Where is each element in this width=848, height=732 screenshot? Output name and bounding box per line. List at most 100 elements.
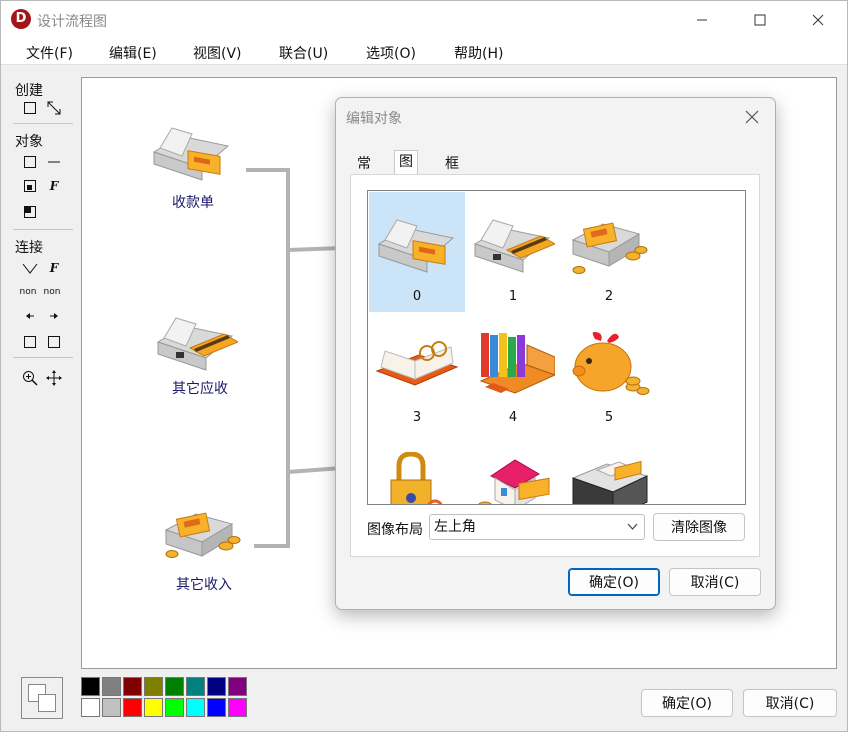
maximize-icon xyxy=(754,14,766,26)
palette-swatch[interactable] xyxy=(186,677,205,696)
menu-bar: 文件(F) 编辑(E) 视图(V) 联合(U) 选项(O) 帮助(H) xyxy=(1,39,847,65)
palette-swatch[interactable] xyxy=(81,698,100,717)
edit-object-dialog: 编辑对象 常规 图像 框架 0 xyxy=(335,97,776,610)
flow-node-label: 其它应收 xyxy=(172,381,228,397)
toolbox-create-label: 创建 xyxy=(15,83,43,99)
image-list-item[interactable]: 0 xyxy=(369,192,465,312)
menu-help[interactable]: 帮助(H) xyxy=(454,43,503,63)
menu-union[interactable]: 联合(U) xyxy=(279,43,328,63)
object-image-icon[interactable] xyxy=(21,177,39,195)
title-bar: D 设计流程图 xyxy=(1,1,847,39)
padlock-coins-icon xyxy=(390,452,443,504)
toolbox: 创建 对象 F 连接 F non non xyxy=(9,77,73,407)
image-layout-label: 图像布局 xyxy=(367,522,423,538)
palette-swatch[interactable] xyxy=(102,677,121,696)
current-color-swatch[interactable] xyxy=(21,677,63,719)
palette-swatch[interactable] xyxy=(123,677,142,696)
main-window: D 设计流程图 文件(F) 编辑(E) 视图(V) 联合(U) 选项(O) 帮助… xyxy=(0,0,848,732)
close-button[interactable] xyxy=(789,1,847,39)
zoom-in-icon[interactable] xyxy=(21,369,39,387)
bookshelf-icon xyxy=(479,333,555,394)
object-fill-icon[interactable] xyxy=(21,203,39,221)
palette-swatch[interactable] xyxy=(81,677,100,696)
flow-node-label: 收款单 xyxy=(172,195,214,211)
palette-swatch[interactable] xyxy=(165,677,184,696)
window-title: 设计流程图 xyxy=(37,14,107,30)
app-logo-icon: D xyxy=(11,9,31,29)
object-text-icon[interactable]: F xyxy=(45,177,63,195)
palette-swatch[interactable] xyxy=(144,677,163,696)
move-pan-icon[interactable] xyxy=(45,369,63,387)
image-list-item[interactable]: 5 xyxy=(561,313,657,433)
flow-node[interactable] xyxy=(154,312,244,382)
image-layout-select[interactable]: 左上角 xyxy=(429,514,645,540)
image-index-label: 3 xyxy=(412,410,422,425)
menu-view[interactable]: 视图(V) xyxy=(193,43,242,63)
palette-swatch[interactable] xyxy=(102,698,121,717)
object-line-icon[interactable] xyxy=(45,153,63,171)
palette-swatch[interactable] xyxy=(207,677,226,696)
palette-swatch[interactable] xyxy=(144,698,163,717)
dialog-cancel-button[interactable]: 取消(C) xyxy=(669,568,761,596)
wallet-cash-icon xyxy=(152,127,230,181)
image-index-label: 2 xyxy=(604,289,614,304)
wallet-card-icon xyxy=(473,219,555,273)
palette-swatch[interactable] xyxy=(165,698,184,717)
object-rect-icon[interactable] xyxy=(21,153,39,171)
arrow-line-tool-icon[interactable] xyxy=(45,99,63,117)
palette-swatch[interactable] xyxy=(207,698,226,717)
tab-frame[interactable]: 框架 xyxy=(440,152,464,194)
image-list-item[interactable]: 1 xyxy=(465,192,561,312)
connect-box-right-icon[interactable] xyxy=(45,333,63,351)
image-list-item[interactable]: 8 xyxy=(561,434,657,504)
connect-none-end-icon[interactable]: non xyxy=(43,283,61,301)
minimize-button[interactable] xyxy=(673,1,731,39)
connect-box-left-icon[interactable] xyxy=(21,333,39,351)
toolbox-separator xyxy=(13,123,73,124)
palette-swatch[interactable] xyxy=(123,698,142,717)
image-list-item[interactable]: 4 xyxy=(465,313,561,433)
connect-v-line-icon[interactable] xyxy=(21,259,39,277)
rectangle-tool-icon[interactable] xyxy=(21,99,39,117)
palette-swatch[interactable] xyxy=(186,698,205,717)
tab-image[interactable]: 图像 xyxy=(394,150,418,192)
dialog-close-button[interactable] xyxy=(737,102,767,132)
tab-general[interactable]: 常规 xyxy=(352,152,376,194)
main-ok-button[interactable]: 确定(O) xyxy=(641,689,733,717)
image-list[interactable]: 0 1 2 3 4 5 xyxy=(367,190,746,505)
image-list-item[interactable]: 3 xyxy=(369,313,465,433)
piggy-bank-icon xyxy=(572,331,650,395)
printer-money-icon xyxy=(571,460,649,504)
wallet-card-icon xyxy=(156,317,240,371)
close-icon xyxy=(745,110,759,124)
palette-swatch[interactable] xyxy=(228,698,247,717)
wallet-cash-icon xyxy=(377,219,455,273)
money-box-icon xyxy=(164,512,241,558)
image-tab-panel: 0 1 2 3 4 5 图像布局 左上角 清除图像 xyxy=(350,174,760,557)
menu-edit[interactable]: 编辑(E) xyxy=(109,43,157,63)
connect-none-start-icon[interactable]: non xyxy=(19,283,37,301)
palette-swatch[interactable] xyxy=(228,677,247,696)
toolbox-separator xyxy=(13,357,73,358)
image-list-item[interactable]: 2 xyxy=(561,192,657,312)
clear-image-button[interactable]: 清除图像 xyxy=(653,513,745,541)
close-icon xyxy=(812,14,824,26)
image-index-label: 0 xyxy=(412,289,422,304)
image-list-item[interactable]: 6 xyxy=(369,434,465,504)
toolbox-object-label: 对象 xyxy=(15,134,43,150)
image-index-label: 4 xyxy=(508,410,518,425)
dialog-ok-button[interactable]: 确定(O) xyxy=(568,568,660,596)
image-index-label: 1 xyxy=(508,289,518,304)
chevron-down-icon xyxy=(627,515,638,548)
arrow-right-icon[interactable] xyxy=(45,307,63,325)
maximize-button[interactable] xyxy=(731,1,789,39)
flow-node[interactable] xyxy=(150,122,240,192)
image-list-item[interactable]: 7 xyxy=(465,434,561,504)
connect-text-icon[interactable]: F xyxy=(45,259,63,277)
arrow-left-icon[interactable] xyxy=(21,307,39,325)
menu-file[interactable]: 文件(F) xyxy=(26,43,73,63)
main-cancel-button[interactable]: 取消(C) xyxy=(743,689,837,717)
dialog-title: 编辑对象 xyxy=(346,111,402,127)
menu-options[interactable]: 选项(O) xyxy=(366,43,416,63)
flow-node[interactable] xyxy=(160,502,250,572)
